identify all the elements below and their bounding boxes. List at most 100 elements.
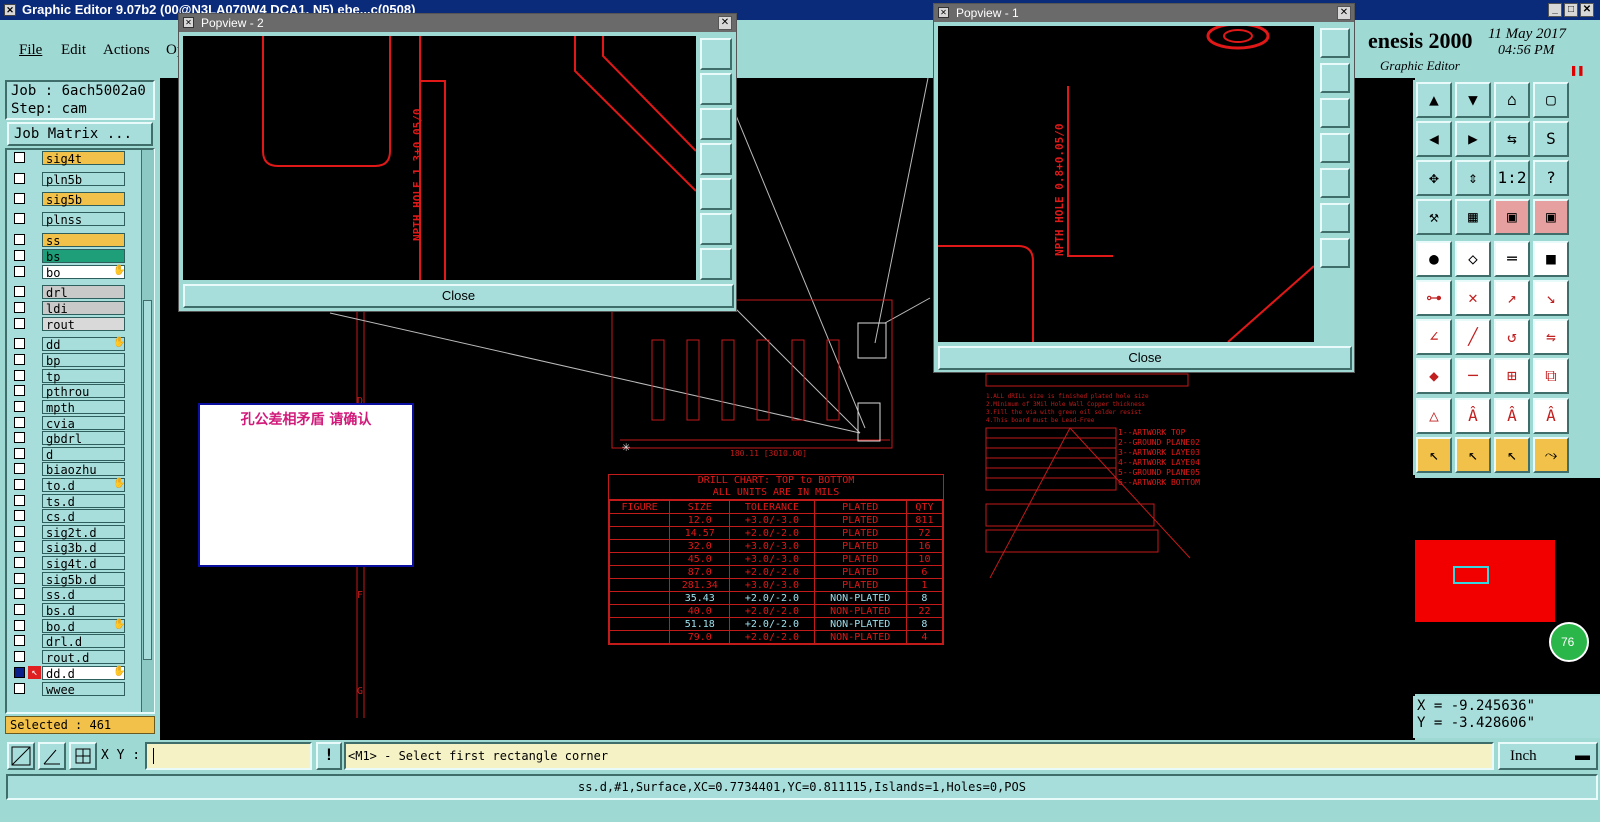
copy-icon[interactable]: ⧉	[1533, 358, 1569, 394]
pan-right-icon[interactable]	[700, 178, 732, 210]
layer-checkbox[interactable]	[14, 354, 25, 365]
layer-checkbox[interactable]	[14, 635, 25, 646]
navigator-panel[interactable]: 76	[1413, 478, 1600, 694]
xy-input[interactable]	[145, 742, 312, 770]
layer-item-drl-d[interactable]: drl.d	[42, 634, 125, 649]
layer-item-ldi[interactable]: ldi	[42, 301, 125, 316]
pan-left-icon[interactable]	[700, 143, 732, 175]
layer-item-pthrou[interactable]: pthrou	[42, 384, 125, 399]
warning-button[interactable]: !	[316, 742, 342, 770]
popview-1-canvas[interactable]: NPTH HOLE 0.8+0.05/0	[938, 26, 1314, 342]
layer-checkbox[interactable]	[14, 541, 25, 552]
arc-c-icon[interactable]: Â	[1533, 398, 1569, 434]
arc-a-icon[interactable]: Â	[1455, 398, 1491, 434]
arc-b-icon[interactable]: Â	[1494, 398, 1530, 434]
layer-checkbox[interactable]	[14, 557, 25, 568]
job-matrix-button[interactable]: Job Matrix ...	[7, 122, 153, 146]
layer-checkbox[interactable]	[14, 318, 25, 329]
snake-icon[interactable]: S	[1533, 121, 1569, 157]
layer-item-ts-d[interactable]: ts.d	[42, 494, 125, 509]
pan-down-icon-1[interactable]	[1320, 98, 1350, 128]
pan-down-icon[interactable]	[700, 108, 732, 140]
help-icon[interactable]: ?	[1533, 160, 1569, 196]
layer-checkbox[interactable]	[14, 479, 25, 490]
layer-checkbox[interactable]	[14, 173, 25, 184]
popview-2-canvas[interactable]: NPTH HOLE 1.3+0.05/0	[183, 36, 696, 280]
units-selector[interactable]: Inch ▬	[1498, 742, 1598, 770]
layer-checkbox[interactable]	[14, 495, 25, 506]
layer-item-sig5b-d[interactable]: sig5b.d	[42, 572, 125, 587]
move-up-icon[interactable]: ▲	[1416, 82, 1452, 118]
select-poly-icon[interactable]: ↖	[1494, 437, 1530, 473]
layer-item-sig5b[interactable]: sig5b	[42, 192, 125, 207]
zoom-out-icon-1[interactable]	[1320, 238, 1350, 268]
select-net-icon[interactable]: ⤳	[1533, 437, 1569, 473]
close-button[interactable]: ✕	[1580, 3, 1594, 17]
zoom-home-icon[interactable]	[700, 38, 732, 70]
layer-scrollbar[interactable]	[141, 150, 154, 712]
rotate-icon[interactable]: ↺	[1494, 319, 1530, 355]
layer-item-ss-d[interactable]: ss.d	[42, 587, 125, 602]
layer-item-cvia[interactable]: cvia	[42, 416, 125, 431]
minimize-button[interactable]: _	[1548, 3, 1562, 17]
layer-item-bs[interactable]: bs	[42, 249, 125, 264]
layer-blue-icon[interactable]: ▣	[1533, 199, 1569, 235]
layer-checkbox[interactable]	[14, 620, 25, 631]
layer-checkbox[interactable]	[14, 338, 25, 349]
layer-item-wwee[interactable]: wwee	[42, 682, 125, 697]
layer-item-plnss[interactable]: plnss	[42, 212, 125, 227]
layer-checkbox[interactable]	[14, 432, 25, 443]
layer-checkbox[interactable]	[14, 651, 25, 662]
layer-checkbox[interactable]	[14, 266, 25, 277]
draw-line-icon[interactable]: ∠	[1416, 319, 1452, 355]
menu-edit[interactable]: Edit	[61, 42, 86, 59]
layer-item-sig4t-d[interactable]: sig4t.d	[42, 556, 125, 571]
zoom-in-icon[interactable]	[700, 213, 732, 245]
layer-item-gbdrl[interactable]: gbdrl	[42, 431, 125, 446]
layer-checkbox[interactable]	[14, 250, 25, 261]
layer-checkbox[interactable]	[14, 588, 25, 599]
layer-item-sig4t[interactable]: sig4t	[42, 151, 125, 166]
ruler-icon[interactable]: ═	[1494, 241, 1530, 277]
layer-checkbox[interactable]	[14, 213, 25, 224]
popview-1-close-button[interactable]: Close	[938, 346, 1352, 370]
pan-left-icon-1[interactable]	[1320, 133, 1350, 163]
maximize-button[interactable]: □	[1564, 3, 1578, 17]
layer-checkbox[interactable]	[14, 152, 25, 163]
pad-move-icon[interactable]: ◆	[1416, 358, 1452, 394]
swap-icon[interactable]: ⇆	[1494, 121, 1530, 157]
layer-checkbox[interactable]	[14, 193, 25, 204]
tools-icon[interactable]: ⚒	[1416, 199, 1452, 235]
layer-checkbox[interactable]	[14, 417, 25, 428]
popview-2-close-x[interactable]: ✕	[718, 16, 732, 30]
select-box-icon[interactable]: ↖	[1455, 437, 1491, 473]
layer-item-rout[interactable]: rout	[42, 317, 125, 332]
add-line-icon[interactable]: ◇	[1455, 241, 1491, 277]
move-down-icon[interactable]: ▼	[1455, 82, 1491, 118]
ratio-icon[interactable]: 1:2	[1494, 160, 1530, 196]
zoom-out-icon[interactable]	[700, 248, 732, 280]
pan-right-icon-1[interactable]	[1320, 168, 1350, 198]
move-left-icon[interactable]: ◀	[1416, 121, 1452, 157]
node-icon[interactable]: ↘	[1533, 280, 1569, 316]
popview-2-close-button[interactable]: Close	[183, 284, 734, 308]
popview-1-close-x[interactable]: ✕	[1337, 6, 1351, 20]
layer-checkbox[interactable]	[14, 604, 25, 615]
layer-checkbox[interactable]	[14, 286, 25, 297]
layer-item-bs-d[interactable]: bs.d	[42, 603, 125, 618]
triangle-icon[interactable]: △	[1416, 398, 1452, 434]
layer-checkbox[interactable]	[14, 385, 25, 396]
layer-checkbox[interactable]	[14, 448, 25, 459]
flip-icon[interactable]: ⇋	[1533, 319, 1569, 355]
expand-icon[interactable]: ✥	[1416, 160, 1452, 196]
layer-checkbox[interactable]	[14, 510, 25, 521]
grid-icon[interactable]: ▦	[1455, 199, 1491, 235]
layer-item-mpth[interactable]: mpth	[42, 400, 125, 415]
fill-icon[interactable]: ■	[1533, 241, 1569, 277]
zoom-home-icon-1[interactable]	[1320, 28, 1350, 58]
slash-icon[interactable]: ╱	[1455, 319, 1491, 355]
align-icon[interactable]: ⊞	[1494, 358, 1530, 394]
select-icon[interactable]: ↖	[1416, 437, 1452, 473]
resize-icon[interactable]: ⇕	[1455, 160, 1491, 196]
layer-item-sig3b-d[interactable]: sig3b.d	[42, 540, 125, 555]
